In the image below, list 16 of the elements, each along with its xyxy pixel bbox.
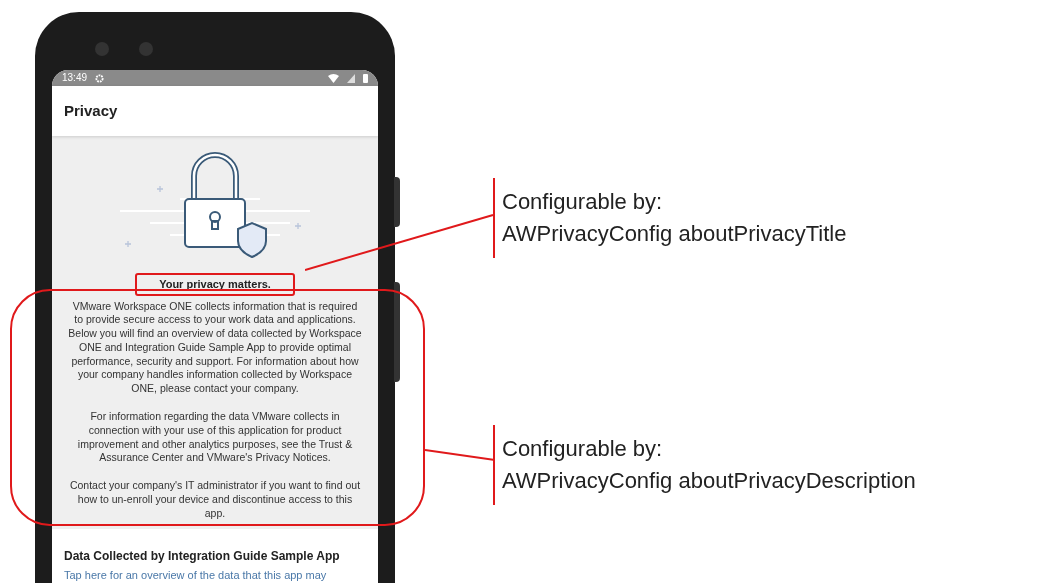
gear-icon [95,73,105,83]
status-time: 13:49 [62,73,88,83]
section-link[interactable]: Tap here for an overview of the data that this app may [64,566,366,583]
privacy-description: Contact your company's IT administrator if you want to find out how to un-enroll your device and discontinue access to this app. [68,479,362,521]
callout-label: Configurable by: [502,188,664,216]
screen-title: Privacy [64,100,118,121]
privacy-description: For information regarding the data VMware collects in connection with your use of this application for product improvement and other analytics purposes, see the Trust & Assurance Center and VMware's Privacy Notices. [76,410,354,466]
battery-icon [363,73,368,83]
callout-config-key: AWPrivacyConfig aboutPrivacyDescription [502,465,916,497]
wifi-icon [328,73,339,83]
callout-label: Configurable by: [502,435,664,463]
section-heading: Data Collected by Integration Guide Sample App [64,547,341,565]
callout-config-key: AWPrivacyConfig aboutPrivacyTitle [502,218,847,250]
privacy-description: VMware Workspace ONE collects information that is required to provide secure access to your work data and applications. Below you will find an overview of data collected by Workspace ONE and Integration Guide Sample App to provide optimal performance, security and support. For information about how your company handles information collected by Workspace ONE, please contact your company. [67,299,363,397]
privacy-title: Your privacy matters. [135,273,295,296]
signal-icon [347,73,355,83]
